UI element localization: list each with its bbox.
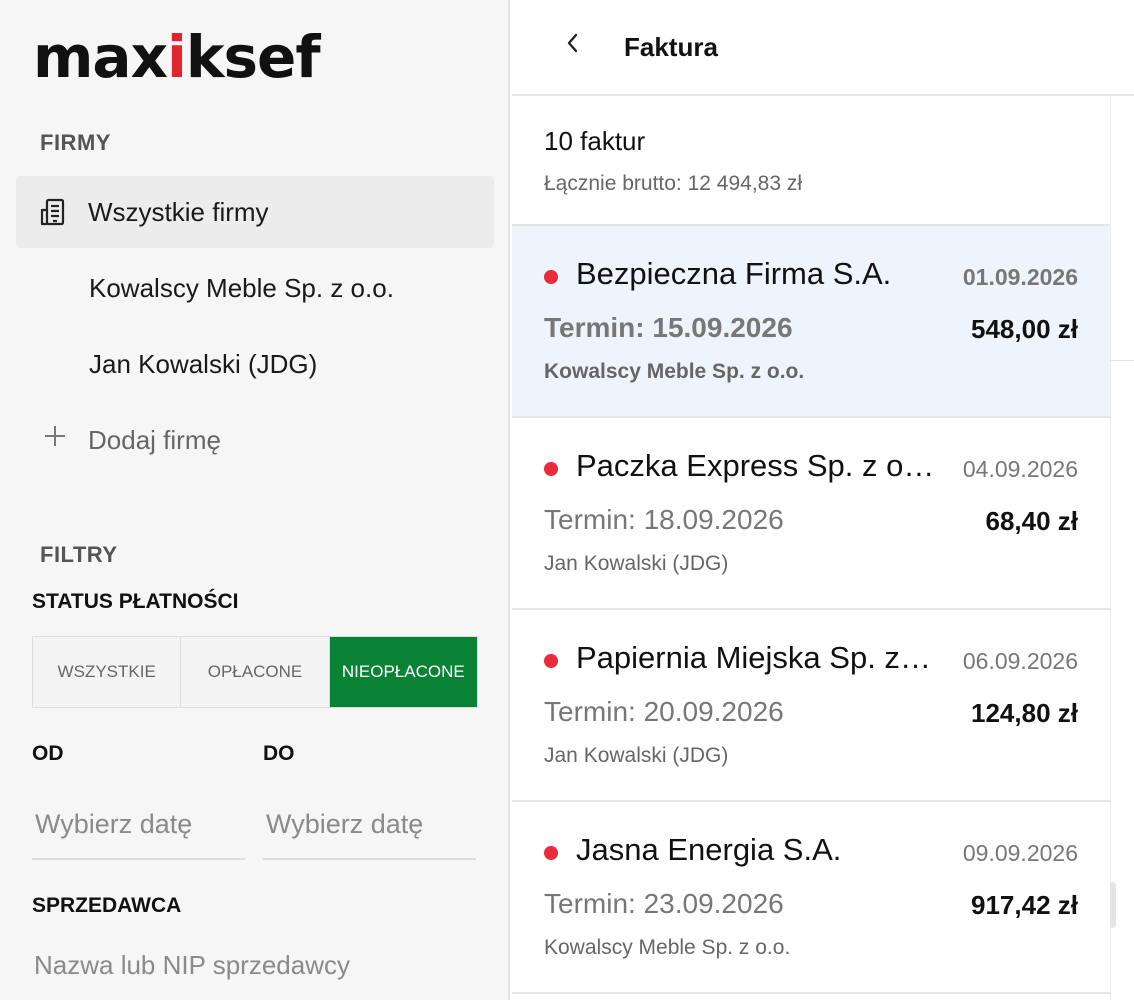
logo[interactable]: maxiksef [33,22,321,92]
invoice-due-date: Termin: 18.09.2026 [544,504,784,535]
invoice-card[interactable]: Papiernia Miejska Sp. z o.o. 06.09.2026 … [512,610,1110,802]
invoice-date: 04.09.2026 [962,456,1078,482]
date-from-field[interactable]: Wybierz datę [32,790,245,860]
invoice-due-date: Termin: 15.09.2026 [544,312,793,343]
invoice-count: 10 faktur [544,126,646,156]
date-from-label: OD [32,742,64,765]
unpaid-status-dot [544,270,558,284]
invoice-amount: 124,80 zł [971,698,1078,728]
invoice-company: Kowalscy Meble Sp. z o.o. [544,360,805,383]
invoice-summary: 10 faktur Łącznie brutto: 12 494,83 zł [512,96,1110,226]
logo-text-prefix: max [33,23,168,91]
invoice-card[interactable]: Paczka Express Sp. z o.o. 04.09.2026 Ter… [512,418,1110,610]
invoice-amount: 68,40 zł [985,506,1078,536]
payment-status-segmented-control: WSZYSTKIE OPŁACONE NIEOPŁACONE [32,636,478,708]
date-to-label: DO [263,742,295,765]
payment-status-all-button[interactable]: WSZYSTKIE [33,637,182,707]
filters-section-title: FILTRY [40,542,118,567]
sidebar-item-all-companies[interactable]: Wszystkie firmy [16,176,494,248]
chevron-left-icon[interactable] [562,28,582,66]
invoice-amount: 917,42 zł [971,890,1078,920]
invoice-date: 06.09.2026 [962,648,1078,674]
scrollbar-divider [1110,360,1134,361]
sidebar: maxiksef FIRMY Wszystkie firmy Kowalscy … [0,0,510,1000]
plus-icon [42,423,72,457]
invoice-date: 09.09.2026 [962,840,1078,866]
invoice-panel: Faktura 10 faktur Łącznie brutto: 12 494… [512,0,1134,1000]
invoice-company: Kowalscy Meble Sp. z o.o. [544,936,791,959]
scrollbar-thumb[interactable] [1110,882,1116,928]
invoice-due-date: Termin: 23.09.2026 [544,888,784,919]
building-icon [38,196,78,228]
logo-text-accent: i [167,23,187,91]
logo-text-suffix: ksef [185,23,321,91]
invoice-due-date: Termin: 20.09.2026 [544,696,784,727]
invoice-seller-name: Paczka Express Sp. z o.o. [576,448,936,483]
page-title: Faktura [624,32,718,62]
add-company-label: Dodaj firmę [88,424,221,455]
topbar: Faktura [512,0,1134,96]
invoice-total: Łącznie brutto: 12 494,83 zł [544,172,803,195]
seller-label: SPRZEDAWCA [32,894,182,917]
sidebar-item-jan-kowalski[interactable]: Jan Kowalski (JDG) [16,328,494,400]
seller-search-input[interactable]: Nazwa lub NIP sprzedawcy [34,950,350,981]
sidebar-item-label: Wszystkie firmy [88,196,269,227]
unpaid-status-dot [544,846,558,860]
add-company-button[interactable]: Dodaj firmę [16,404,494,476]
payment-status-unpaid-button[interactable]: NIEOPŁACONE [329,637,477,707]
invoice-date: 01.09.2026 [962,264,1078,290]
invoice-amount: 548,00 zł [971,314,1078,344]
invoice-company: Jan Kowalski (JDG) [544,744,729,767]
scrollbar-track[interactable] [1110,96,1134,1000]
invoice-card[interactable]: Jasna Energia S.A. 09.09.2026 Termin: 23… [512,802,1110,994]
unpaid-status-dot [544,462,558,476]
companies-section-title: FIRMY [40,130,111,155]
sidebar-item-kowalscy-meble[interactable]: Kowalscy Meble Sp. z o.o. [16,252,494,324]
sidebar-item-label: Kowalscy Meble Sp. z o.o. [89,272,394,303]
invoice-card[interactable]: Bezpieczna Firma S.A. 01.09.2026 Termin:… [512,226,1110,418]
invoice-company: Jan Kowalski (JDG) [544,552,729,575]
date-to-field[interactable]: Wybierz datę [263,790,476,860]
invoice-seller-name: Papiernia Miejska Sp. z o.o. [576,640,936,675]
unpaid-status-dot [544,654,558,668]
sidebar-item-label: Jan Kowalski (JDG) [89,348,318,379]
invoice-seller-name: Jasna Energia S.A. [576,832,842,867]
payment-status-paid-button[interactable]: OPŁACONE [181,637,330,707]
payment-status-label: STATUS PŁATNOŚCI [32,590,239,613]
invoice-seller-name: Bezpieczna Firma S.A. [576,256,892,291]
